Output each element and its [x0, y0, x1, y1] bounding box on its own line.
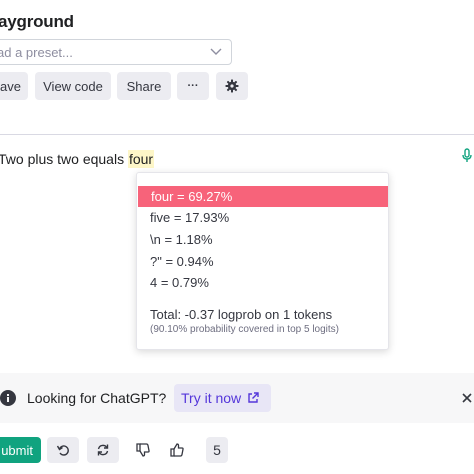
- submit-button[interactable]: ubmit: [0, 437, 41, 463]
- token-option: ?" = 0.94%: [150, 254, 214, 269]
- page-title: ayground: [0, 12, 74, 31]
- info-icon: [0, 390, 16, 406]
- external-link-icon: [248, 392, 259, 403]
- undo-icon: [56, 445, 69, 456]
- try-it-now-button[interactable]: Try it now: [174, 384, 271, 412]
- token-option: four = 69.27%: [138, 186, 388, 207]
- prompt-text[interactable]: Two plus two equals four: [0, 150, 155, 168]
- try-it-now-label: Try it now: [181, 390, 242, 406]
- divider: [0, 134, 474, 135]
- token-option: 4 = 0.79%: [150, 275, 209, 290]
- save-button[interactable]: ave: [0, 72, 28, 100]
- regenerate-button[interactable]: [87, 437, 119, 463]
- prompt-text-before: Two plus two equals: [0, 151, 128, 167]
- logprob-total: Total: -0.37 logprob on 1 tokens: [150, 307, 333, 322]
- logprobs-popup: four = 69.27% five = 17.93% \n = 1.18% ?…: [136, 172, 389, 350]
- chatgpt-banner: Looking for ChatGPT? Try it now: [0, 373, 474, 423]
- share-button[interactable]: Share: [117, 72, 171, 100]
- logprob-coverage: (90.10% probability covered in top 5 log…: [150, 324, 339, 335]
- token-count: 5: [206, 437, 228, 463]
- thumbs-up-button[interactable]: [168, 441, 186, 459]
- token-option: \n = 1.18%: [150, 232, 213, 247]
- refresh-icon: [97, 444, 109, 456]
- completion-token[interactable]: four: [127, 150, 155, 168]
- microphone-icon[interactable]: [460, 148, 474, 164]
- thumbs-up-icon: [170, 443, 184, 457]
- close-icon[interactable]: [460, 391, 474, 405]
- chevron-down-icon: [210, 48, 222, 55]
- token-option: five = 17.93%: [150, 210, 230, 225]
- view-code-button[interactable]: View code: [35, 72, 111, 100]
- settings-button[interactable]: [216, 72, 248, 100]
- preset-placeholder: ad a preset...: [0, 45, 73, 60]
- banner-text: Looking for ChatGPT?: [27, 390, 167, 406]
- undo-button[interactable]: [47, 437, 79, 463]
- more-button[interactable]: ···: [177, 72, 209, 100]
- preset-select[interactable]: ad a preset...: [0, 39, 232, 65]
- thumbs-down-icon: [136, 443, 150, 457]
- thumbs-down-button[interactable]: [134, 441, 152, 459]
- gear-icon: [225, 79, 239, 93]
